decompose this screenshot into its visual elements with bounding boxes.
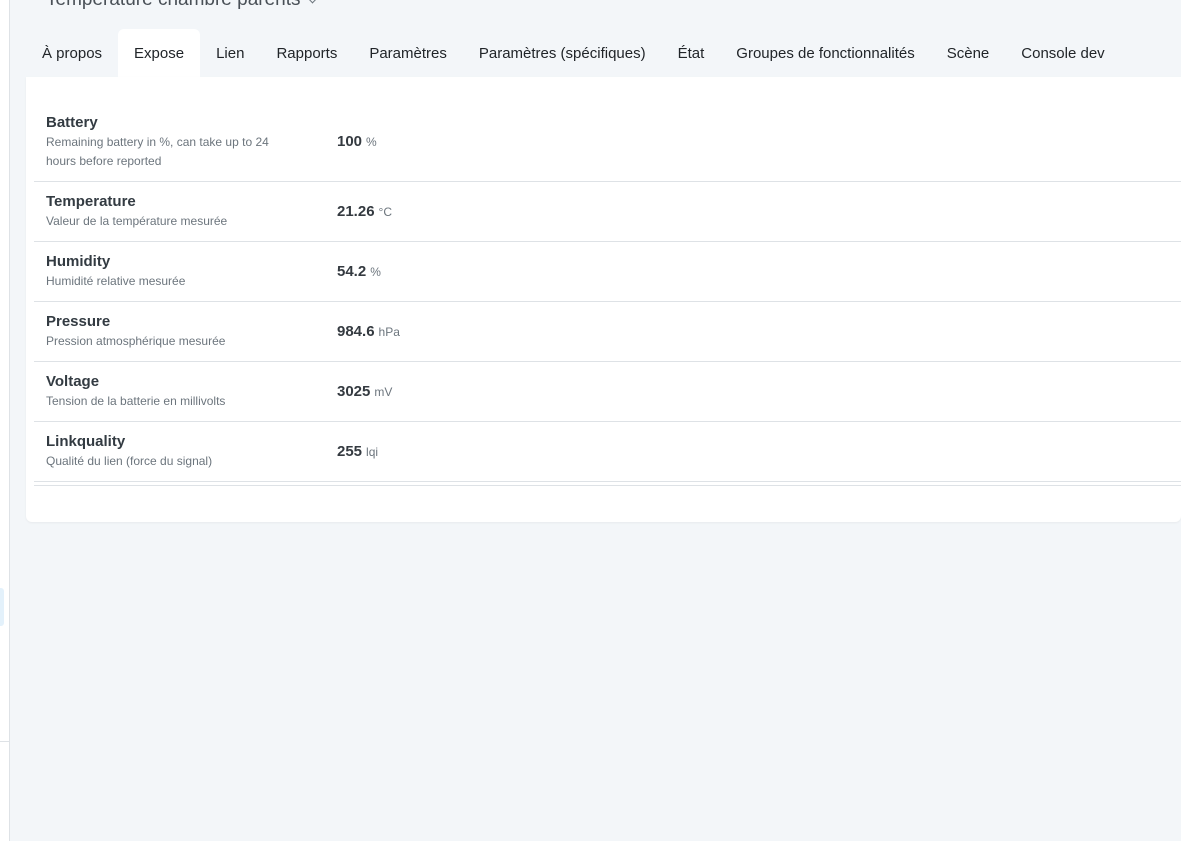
expose-list: Battery Remaining battery in %, can take…	[34, 103, 1181, 486]
expose-description: Valeur de la température mesurée	[46, 214, 228, 228]
tab-parametres-specifiques[interactable]: Paramètres (spécifiques)	[463, 29, 662, 77]
expose-name: Temperature	[46, 193, 136, 210]
expose-value: 21.26	[337, 202, 375, 220]
expose-reading: 255 lqi	[337, 443, 378, 461]
expose-value: 3025	[337, 382, 371, 400]
expose-label: Voltage Tension de la batterie en milliv…	[46, 372, 337, 411]
expose-unit: °C	[378, 204, 393, 219]
expose-name: Voltage	[46, 373, 100, 390]
sidebar-active-indicator[interactable]	[0, 588, 4, 626]
expose-label: Humidity Humidité relative mesurée	[46, 252, 337, 291]
expose-reading: 984.6 hPa	[337, 323, 400, 341]
expose-description: Humidité relative mesurée	[46, 274, 186, 288]
expose-row-humidity: Humidity Humidité relative mesurée 54.2%	[34, 242, 1181, 302]
expose-unit: lqi	[366, 444, 379, 459]
expose-value: 984.6	[337, 322, 375, 340]
expose-value: 100	[337, 133, 363, 150]
tab-lien[interactable]: Lien	[200, 29, 260, 77]
expose-reading: 21.26 °C	[337, 203, 392, 221]
tab-etat[interactable]: État	[662, 29, 721, 77]
expose-unit: hPa	[378, 324, 400, 339]
tab-console-dev[interactable]: Console dev	[1005, 29, 1120, 77]
expose-name: Battery	[46, 114, 98, 131]
tab-scene[interactable]: Scène	[931, 29, 1006, 77]
expose-value: 255	[337, 442, 363, 460]
tab-parametres[interactable]: Paramètres	[353, 29, 463, 77]
tab-a-propos[interactable]: À propos	[26, 29, 118, 77]
expose-unit: %	[366, 135, 377, 149]
device-title-text: Température chambre parents	[46, 0, 301, 11]
left-sidebar	[0, 0, 10, 841]
expose-row-battery: Battery Remaining battery in %, can take…	[34, 103, 1181, 182]
tab-rapports[interactable]: Rapports	[260, 29, 353, 77]
expose-reading: 100%	[337, 133, 377, 151]
expose-unit: mV	[374, 384, 393, 399]
expose-unit: %	[370, 264, 381, 279]
expose-description: Qualité du lien (force du signal)	[46, 454, 213, 468]
expose-name: Linkquality	[46, 433, 126, 450]
expose-value: 54.2	[337, 262, 367, 280]
expose-row-linkquality: Linkquality Qualité du lien (force du si…	[34, 422, 1181, 482]
app: Température chambre parents À propos Exp…	[0, 0, 1181, 841]
sidebar-divider	[0, 741, 10, 742]
expose-row-voltage: Voltage Tension de la batterie en milliv…	[34, 362, 1181, 422]
expose-label: Pressure Pression atmosphérique mesurée	[46, 312, 337, 351]
expose-name: Humidity	[46, 253, 111, 270]
device-title[interactable]: Température chambre parents	[46, 0, 317, 11]
expose-card: Battery Remaining battery in %, can take…	[26, 77, 1181, 522]
expose-label: Battery Remaining battery in %, can take…	[46, 113, 337, 171]
expose-row-pressure: Pressure Pression atmosphérique mesurée …	[34, 302, 1181, 362]
expose-label: Linkquality Qualité du lien (force du si…	[46, 432, 337, 471]
list-end-divider	[34, 482, 1181, 486]
tab-expose[interactable]: Expose	[118, 29, 201, 77]
expose-label: Temperature Valeur de la température mes…	[46, 192, 337, 231]
expose-row-temperature: Temperature Valeur de la température mes…	[34, 182, 1181, 242]
expose-reading: 3025 mV	[337, 383, 392, 401]
expose-name: Pressure	[46, 313, 111, 330]
expose-description: Remaining battery in %, can take up to 2…	[46, 135, 269, 168]
expose-reading: 54.2%	[337, 263, 381, 281]
tab-groupes-fonctionnalites[interactable]: Groupes de fonctionnalités	[720, 29, 930, 77]
expose-description: Tension de la batterie en millivolts	[46, 394, 226, 408]
device-tabs: À propos Expose Lien Rapports Paramètres…	[26, 29, 1121, 77]
chevron-down-icon[interactable]	[307, 0, 317, 3]
expose-description: Pression atmosphérique mesurée	[46, 334, 226, 348]
